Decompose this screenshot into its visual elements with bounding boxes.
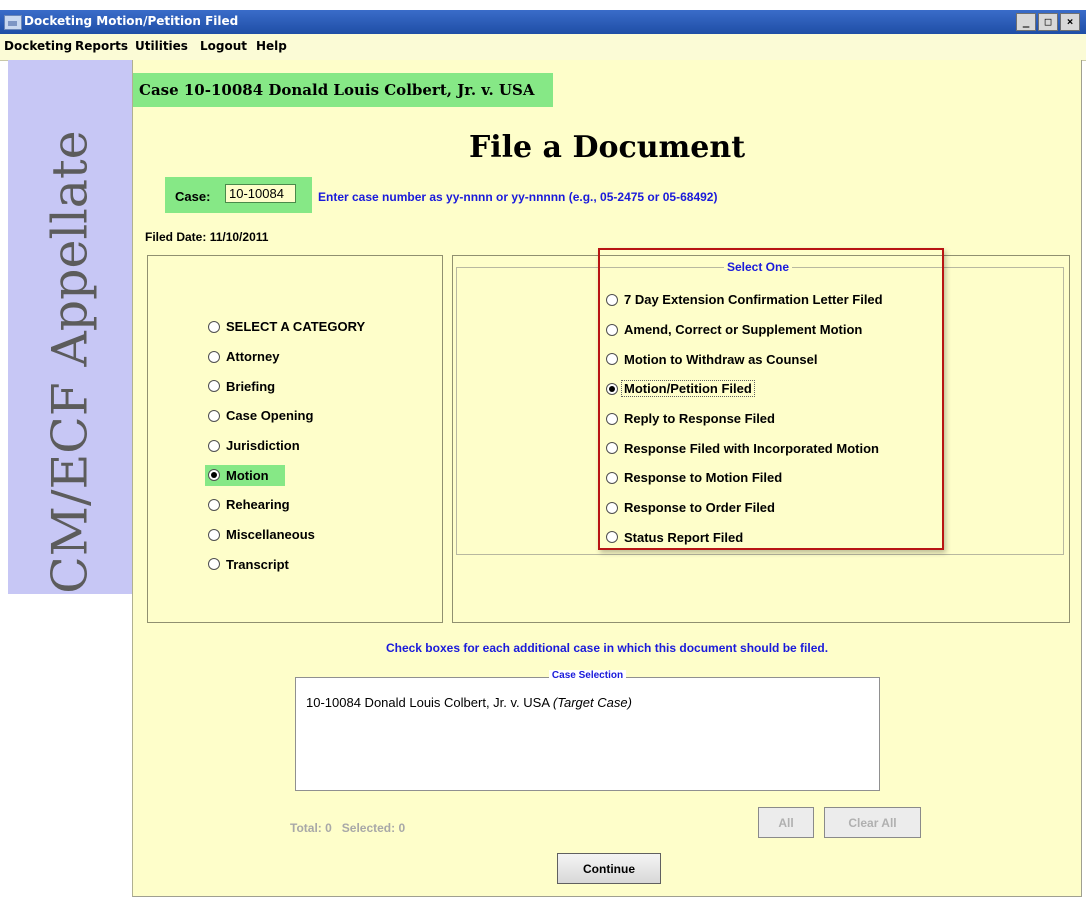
category-option[interactable]: Jurisdiction xyxy=(208,431,365,461)
continue-button[interactable]: Continue xyxy=(557,853,661,884)
radio-icon[interactable] xyxy=(208,320,220,333)
category-panel: SELECT A CATEGORY Attorney Briefing Case… xyxy=(147,255,443,623)
case-banner-text: Case 10-10084 Donald Louis Colbert, Jr. … xyxy=(139,81,535,99)
category-label: Rehearing xyxy=(226,497,290,513)
case-selection-list[interactable]: Case Selection 10-10084 Donald Louis Col… xyxy=(295,670,880,791)
window-title: Docketing Motion/Petition Filed xyxy=(24,14,239,28)
radio-icon[interactable] xyxy=(208,380,220,393)
radio-icon[interactable] xyxy=(208,528,220,541)
case-label: Case: xyxy=(175,189,211,204)
page-title: File a Document xyxy=(468,130,746,165)
annotation-highlight-box xyxy=(598,248,944,550)
window-controls: _ □ × xyxy=(1016,13,1080,31)
menu-logout[interactable]: Logout xyxy=(200,39,247,53)
sidebar-logo: CM/ECF Appellate xyxy=(41,130,99,594)
selection-totals: Total: 0 Selected: 0 xyxy=(290,821,406,835)
radio-icon[interactable] xyxy=(208,350,220,363)
category-label: Jurisdiction xyxy=(226,438,300,454)
title-bar: Docketing Motion/Petition Filed _ □ × xyxy=(0,10,1086,34)
category-option[interactable]: Rehearing xyxy=(208,490,365,520)
list-item[interactable]: 10-10084 Donald Louis Colbert, Jr. v. US… xyxy=(306,695,632,710)
main-panel: Case 10-10084 Donald Louis Colbert, Jr. … xyxy=(132,60,1082,897)
radio-icon[interactable] xyxy=(208,409,220,422)
case-hint: Enter case number as yy-nnnn or yy-nnnnn… xyxy=(318,190,718,204)
filed-date: Filed Date: 11/10/2011 xyxy=(145,230,268,244)
category-label: SELECT A CATEGORY xyxy=(226,319,366,335)
clear-all-button[interactable]: Clear All xyxy=(824,807,921,838)
close-icon[interactable]: × xyxy=(1060,13,1080,31)
case-selection-legend: Case Selection xyxy=(296,670,879,681)
menu-help[interactable]: Help xyxy=(256,39,287,53)
filed-date-value: 11/10/2011 xyxy=(209,230,269,244)
category-list: SELECT A CATEGORY Attorney Briefing Case… xyxy=(205,312,365,580)
selected-highlight: Motion xyxy=(205,464,285,486)
additional-cases-instruction: Check boxes for each additional case in … xyxy=(385,641,829,655)
category-option[interactable]: Briefing xyxy=(208,371,365,401)
case-entry: Case: xyxy=(165,177,312,213)
category-label: Attorney xyxy=(226,349,280,365)
category-label: Transcript xyxy=(226,556,289,572)
menu-docketing[interactable]: Docketing xyxy=(4,39,72,53)
case-title: 10-10084 Donald Louis Colbert, Jr. v. US… xyxy=(306,695,550,710)
app-window: Docketing Motion/Petition Filed _ □ × Do… xyxy=(0,0,1086,900)
maximize-icon[interactable]: □ xyxy=(1038,13,1058,31)
category-option[interactable]: Miscellaneous xyxy=(208,520,365,550)
menu-reports[interactable]: Reports xyxy=(75,39,128,53)
category-label: Motion xyxy=(226,467,269,483)
case-selection-label: Case Selection xyxy=(548,670,627,681)
radio-selected-icon[interactable] xyxy=(208,469,220,482)
case-number-input[interactable] xyxy=(225,184,296,203)
menu-utilities[interactable]: Utilities xyxy=(135,39,188,53)
radio-icon[interactable] xyxy=(208,498,220,511)
category-label: Case Opening xyxy=(226,408,314,424)
sidebar: CM/ECF Appellate xyxy=(8,60,132,594)
case-banner: Case 10-10084 Donald Louis Colbert, Jr. … xyxy=(133,73,553,107)
radio-icon[interactable] xyxy=(208,439,220,452)
category-option[interactable]: Transcript xyxy=(208,550,365,580)
target-case-note: (Target Case) xyxy=(552,695,632,710)
menu-bar: Docketing Reports Utilities Logout Help xyxy=(0,34,1086,61)
radio-icon[interactable] xyxy=(208,558,220,571)
category-label: Miscellaneous xyxy=(226,527,315,543)
select-all-button[interactable]: All xyxy=(758,807,814,838)
category-label: Briefing xyxy=(226,378,276,394)
category-option[interactable]: Attorney xyxy=(208,342,365,372)
minimize-icon[interactable]: _ xyxy=(1016,13,1036,31)
filed-date-label: Filed Date: xyxy=(145,230,207,244)
category-option[interactable]: SELECT A CATEGORY xyxy=(208,312,365,342)
app-icon xyxy=(4,15,22,30)
category-option[interactable]: Case Opening xyxy=(208,401,365,431)
category-option-selected[interactable]: Motion xyxy=(205,460,365,490)
